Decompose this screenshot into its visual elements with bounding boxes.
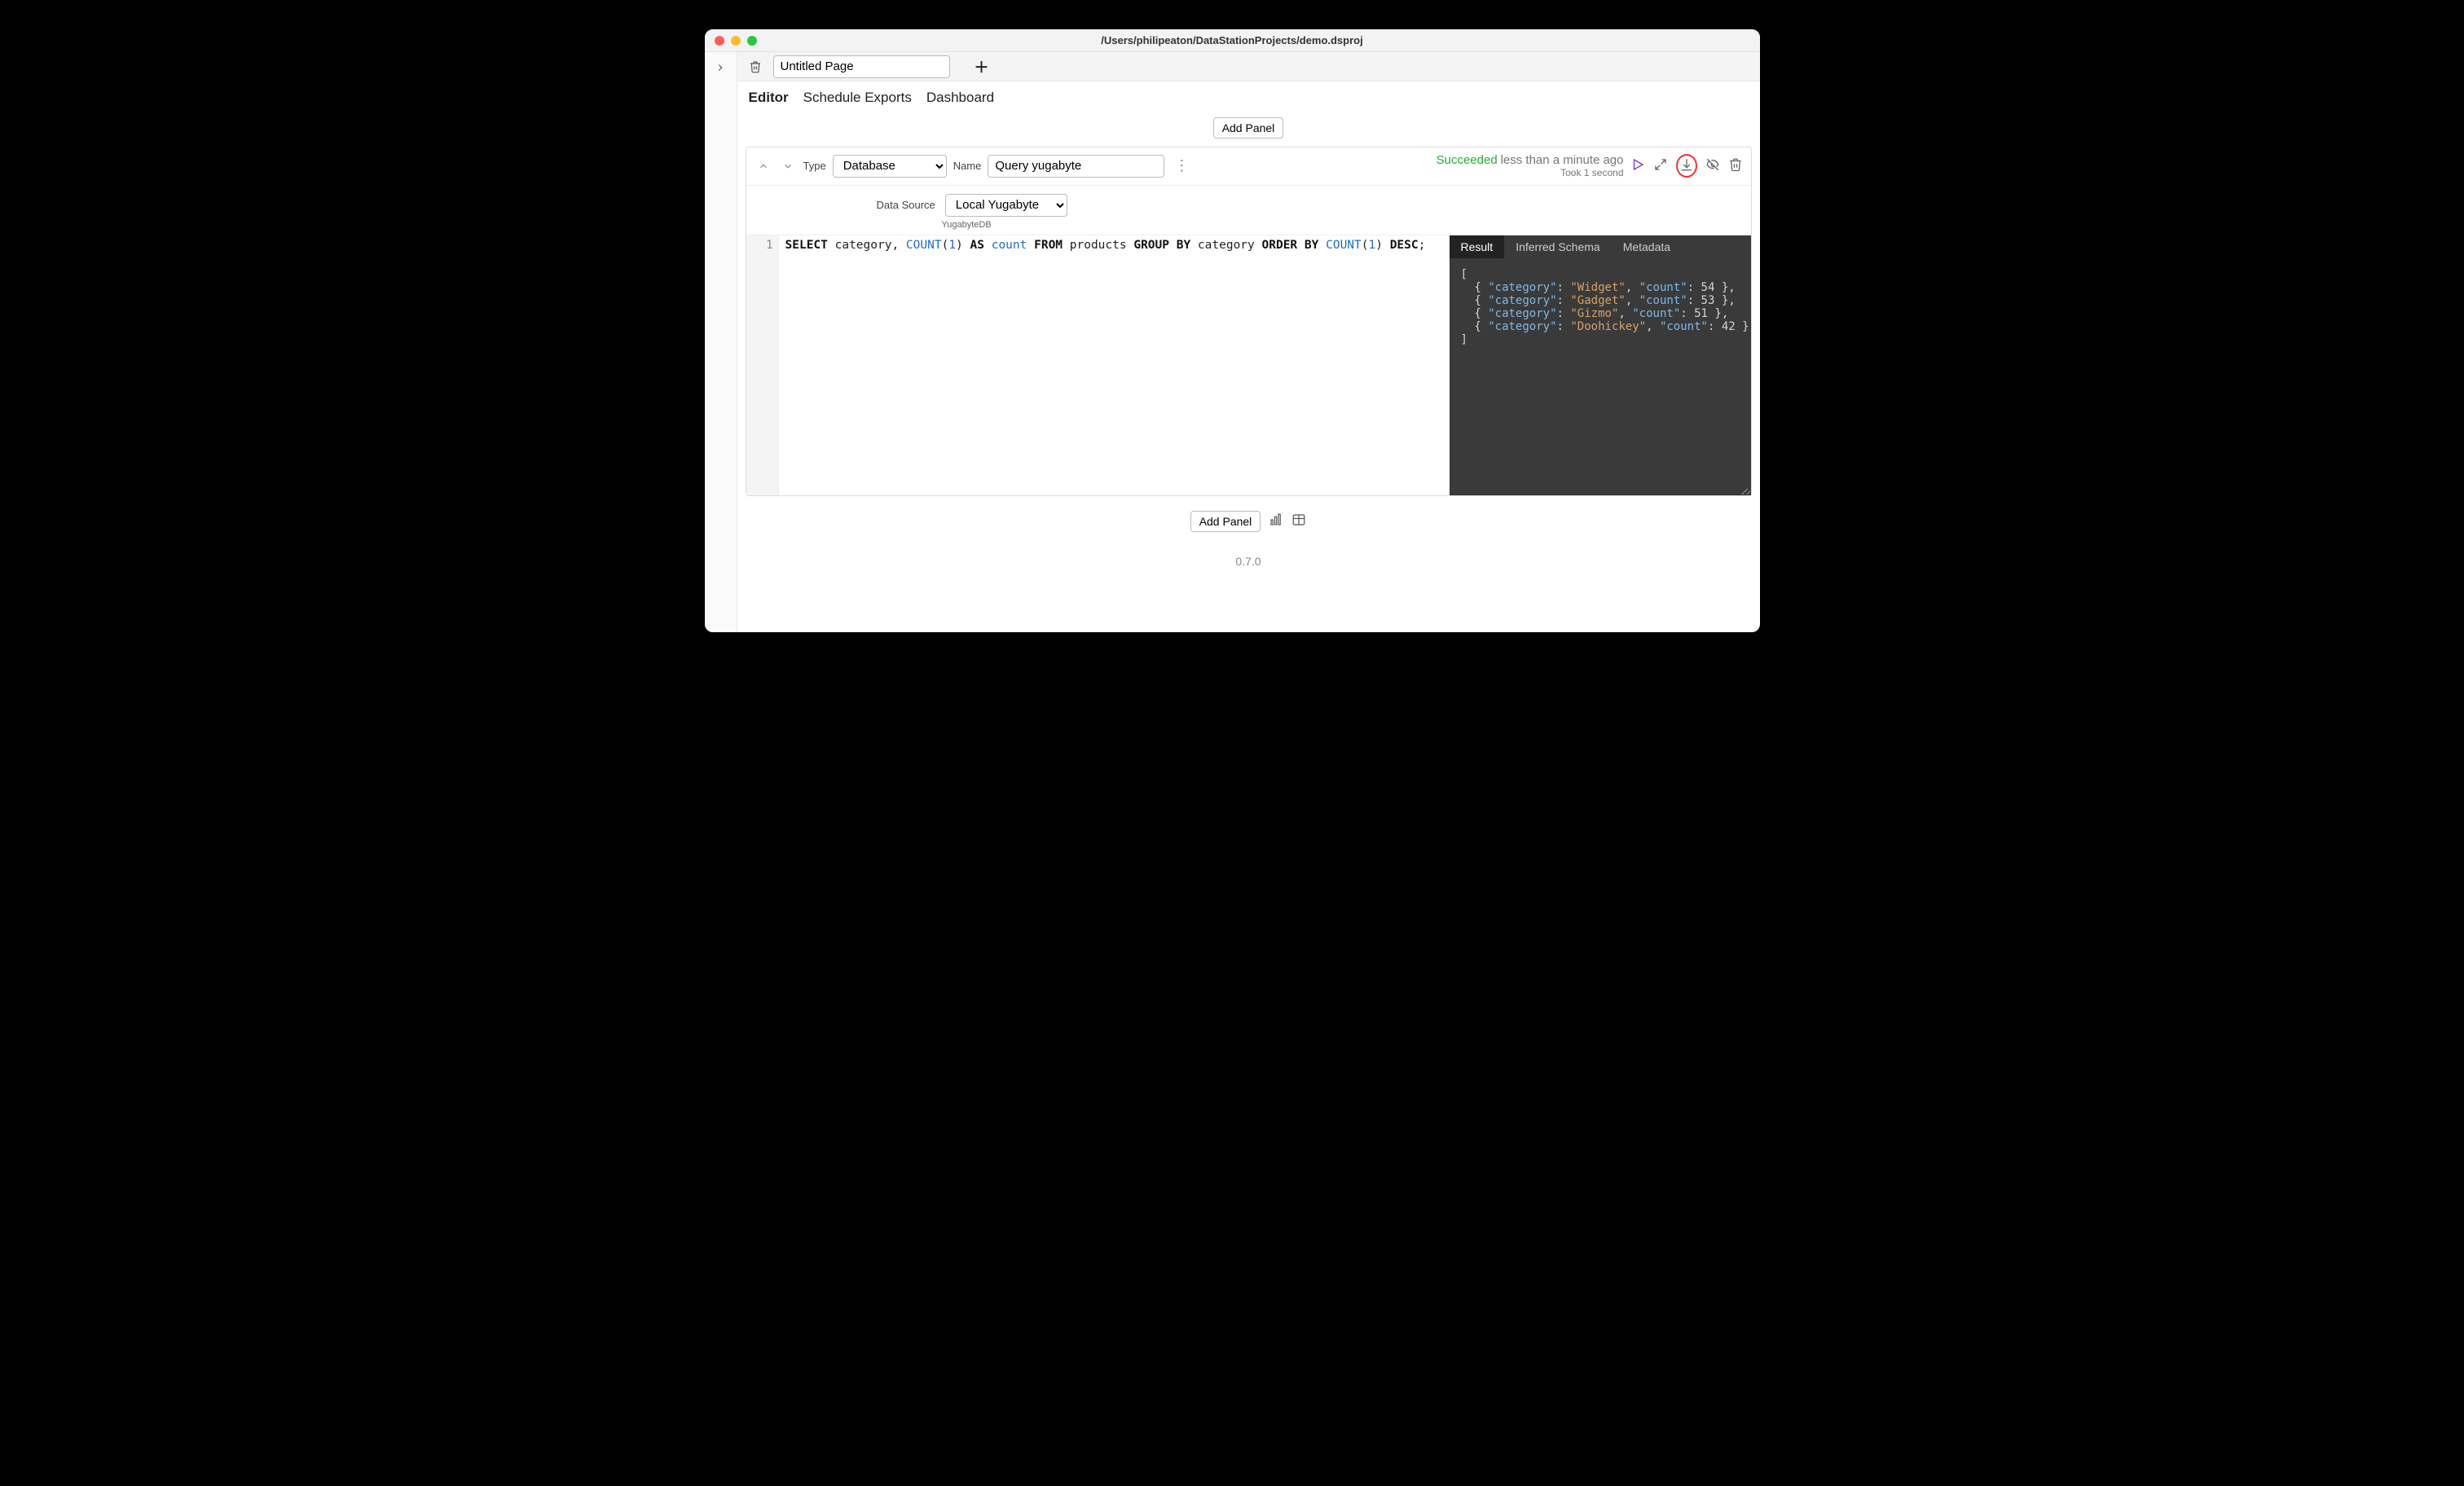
result-tabs: Result Inferred Schema Metadata xyxy=(1450,235,1751,258)
window-title: /Users/philipeaton/DataStationProjects/d… xyxy=(705,34,1760,46)
type-label: Type xyxy=(803,160,826,172)
result-tab-result[interactable]: Result xyxy=(1450,235,1505,258)
panel: Type Database Name ⋮ Succeeded less than… xyxy=(746,147,1752,496)
fullscreen-button[interactable] xyxy=(1653,157,1668,174)
delete-panel-button[interactable] xyxy=(1728,157,1743,174)
sql-editor[interactable]: SELECT category, COUNT(1) AS count FROM … xyxy=(779,235,1450,495)
result-pane: Result Inferred Schema Metadata [ { "cat… xyxy=(1450,235,1751,495)
expand-sidebar-icon[interactable] xyxy=(715,62,726,76)
tab-editor[interactable]: Editor xyxy=(749,90,789,106)
expand-panel-icon[interactable] xyxy=(779,157,797,175)
left-rail xyxy=(705,52,737,632)
run-button[interactable] xyxy=(1630,157,1645,174)
app-window: /Users/philipeaton/DataStationProjects/d… xyxy=(705,29,1760,632)
version-label: 0.7.0 xyxy=(737,532,1760,576)
tab-dashboard[interactable]: Dashboard xyxy=(926,90,994,106)
add-panel-top-button[interactable]: Add Panel xyxy=(1213,117,1284,138)
resize-handle-icon[interactable] xyxy=(1741,486,1749,494)
panel-type-select[interactable]: Database xyxy=(833,155,947,178)
editor-area: 1 SELECT category, COUNT(1) AS count FRO… xyxy=(746,235,1751,495)
data-source-row: Data Source Local Yugabyte xyxy=(746,186,1751,220)
add-table-icon[interactable] xyxy=(1291,512,1306,530)
result-tab-metadata[interactable]: Metadata xyxy=(1612,235,1682,258)
add-chart-icon[interactable] xyxy=(1269,512,1283,530)
data-source-label: Data Source xyxy=(877,199,935,211)
add-page-button[interactable]: ＋ xyxy=(975,56,989,77)
result-tab-schema[interactable]: Inferred Schema xyxy=(1504,235,1612,258)
delete-page-button[interactable] xyxy=(746,57,765,77)
line-gutter: 1 xyxy=(746,235,779,495)
titlebar: /Users/philipeaton/DataStationProjects/d… xyxy=(705,29,1760,52)
result-body[interactable]: [ { "category": "Widget", "count": 54 },… xyxy=(1450,258,1751,495)
data-source-select[interactable]: Local Yugabyte xyxy=(945,194,1067,217)
panel-header: Type Database Name ⋮ Succeeded less than… xyxy=(746,147,1751,186)
panel-name-input[interactable] xyxy=(988,155,1164,178)
download-button[interactable] xyxy=(1676,154,1697,178)
panel-menu-button[interactable]: ⋮ xyxy=(1171,157,1192,174)
data-source-engine: YugabyteDB xyxy=(746,220,1751,235)
name-label: Name xyxy=(953,160,982,172)
collapse-panel-icon[interactable] xyxy=(755,157,772,175)
page-tab-bar: ＋ xyxy=(737,52,1760,81)
page-name-input[interactable] xyxy=(773,55,950,78)
add-panel-bottom-button[interactable]: Add Panel xyxy=(1190,511,1261,532)
panel-status: Succeeded less than a minute ago Took 1 … xyxy=(1437,154,1624,178)
view-tabs: Editor Schedule Exports Dashboard xyxy=(737,81,1760,112)
hide-button[interactable] xyxy=(1705,157,1720,174)
tab-schedule[interactable]: Schedule Exports xyxy=(803,90,912,106)
